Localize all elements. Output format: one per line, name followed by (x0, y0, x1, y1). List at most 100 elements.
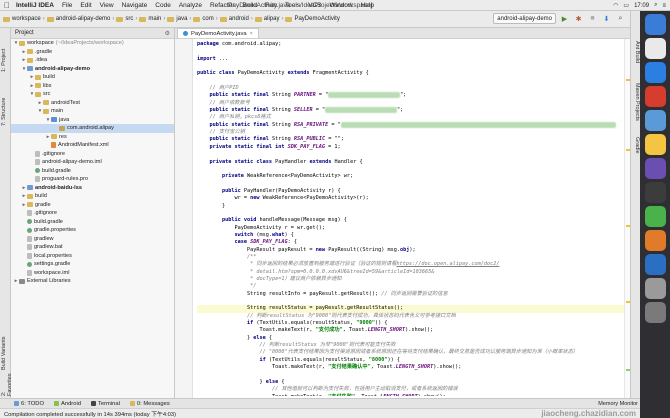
breadcrumb-item[interactable]: com › (193, 16, 218, 22)
tree-item[interactable]: ▼ android-alipay-demo (11, 65, 174, 74)
gear-icon[interactable]: ⚙ (165, 30, 170, 37)
tree-item[interactable]: ► .idea (11, 56, 174, 65)
tree-item[interactable]: AndroidManifest.xml (11, 141, 174, 150)
breadcrumb-item[interactable]: java › (167, 16, 191, 22)
tab-structure[interactable]: 7: Structure (1, 82, 10, 126)
tree-item[interactable]: ► res (11, 133, 174, 142)
menu-list-icon[interactable]: ≡ (662, 3, 666, 9)
safari-icon[interactable] (644, 62, 666, 83)
run-icon[interactable]: ▶ (559, 13, 570, 24)
tab-ant-build[interactable]: Ant Build (632, 41, 640, 75)
breadcrumb-item[interactable]: android › (219, 16, 253, 22)
debug-icon[interactable]: ✱ (573, 13, 584, 24)
search-everywhere-icon[interactable]: ⌕ (615, 13, 626, 24)
code-line[interactable]: Toast.makeText(r, "支付结果确认中", Toast.LENGT… (197, 364, 625, 371)
code-line[interactable] (197, 166, 625, 173)
code-line[interactable] (197, 78, 625, 85)
code-line[interactable]: String resultInfo = payResult.getResult(… (197, 291, 625, 298)
tab-terminal[interactable]: Terminal (90, 401, 120, 407)
code-line[interactable]: * docType=1）建议商户依赖异步通知 (197, 276, 625, 283)
tab-maven-projects[interactable]: Maven Projects (632, 83, 640, 129)
tree-item[interactable]: ► android-baidu-lss (11, 184, 174, 193)
app-icon[interactable] (644, 230, 666, 251)
code-line[interactable]: // 判断resultStatus 为"9000"则代表支付成功，具体状态码代表… (197, 313, 625, 320)
status-message[interactable]: Compilation completed successfully in 14… (4, 409, 176, 418)
code-line[interactable] (197, 371, 625, 378)
clock[interactable]: 17:09 (634, 3, 649, 9)
code-line[interactable]: PayResult payResult = new PayResult((Str… (197, 247, 625, 254)
search-icon[interactable]: ⌕ (654, 2, 657, 9)
code-line[interactable]: private static class PayHandler extends … (197, 159, 625, 166)
code-line[interactable]: Toast.makeText(r, "支付失败", Toast.LENGTH_S… (197, 394, 625, 397)
code-area[interactable]: package com.android.alipay; import ... pub… (197, 41, 625, 396)
breadcrumb-item[interactable]: alipay › (254, 16, 283, 22)
menu-analyze[interactable]: Analyze (179, 2, 202, 9)
mail-icon[interactable] (644, 110, 666, 131)
breadcrumb-item[interactable]: src › (116, 16, 137, 22)
code-line[interactable]: public static final String PARTNER = "xx… (197, 92, 625, 99)
tree-item[interactable]: ► build (11, 192, 174, 201)
code-line[interactable]: Toast.makeText(r, "支付成功", Toast.LENGTH_S… (197, 327, 625, 334)
code-line[interactable]: } else { (197, 335, 625, 342)
code-line[interactable]: // 商户PID (197, 85, 625, 92)
code-line[interactable] (197, 151, 625, 158)
tree-item[interactable]: ► .gradle (11, 48, 174, 57)
code-line[interactable]: */ (197, 283, 625, 290)
code-line[interactable]: public class PayDemoActivity extends Fra… (197, 70, 625, 77)
menu-file[interactable]: File (62, 2, 72, 9)
tree-item[interactable]: ► libs (11, 82, 174, 91)
tree-item[interactable]: ► gradle (11, 201, 174, 210)
tab-favorites[interactable]: 2: Favorites (1, 373, 13, 396)
tree-item[interactable]: build.gradle (11, 218, 174, 227)
code-line[interactable]: public void handleMessage(Message msg) { (197, 217, 625, 224)
tree-item[interactable]: android-alipay-demo.iml (11, 158, 174, 167)
tree-item[interactable]: ► External Libraries (11, 277, 174, 286)
code-line[interactable]: case SDK_PAY_FLAG: { (197, 239, 625, 246)
stop-icon[interactable]: ■ (587, 13, 598, 24)
code-line[interactable]: // 支付宝公钥 (197, 129, 625, 136)
tree-item[interactable]: ► build (11, 73, 174, 82)
memory-monitor-tab[interactable]: Memory Monitor (598, 401, 638, 407)
sdk-manager-icon[interactable]: ⬇ (601, 13, 612, 24)
tab-build-variants[interactable]: Build Variants (1, 328, 10, 370)
tree-item[interactable]: com.android.alipay (11, 124, 174, 133)
intellij-icon[interactable] (644, 158, 666, 179)
tree-item[interactable]: ▼ java (11, 116, 174, 125)
code-line[interactable]: public static final String RSA_PRIVATE =… (197, 121, 625, 129)
system-preferences-icon[interactable] (644, 278, 666, 299)
code-line[interactable]: public PayHandler(PayDemoActivity r) { (197, 188, 625, 195)
tree-item[interactable]: ▼ main (11, 107, 174, 116)
tree-item[interactable]: workspace.iml (11, 269, 174, 278)
code-line[interactable]: wr = new WeakReference<PayDemoActivity>(… (197, 195, 625, 202)
menu-code[interactable]: Code (155, 2, 171, 9)
chrome-icon[interactable] (644, 86, 666, 107)
code-line[interactable]: * detail.htm?spm=0.0.0.0.xdvAU6&treeId=5… (197, 269, 625, 276)
notes-icon[interactable] (644, 134, 666, 155)
tab-gradle[interactable]: Gradle (632, 137, 640, 161)
editor-gutter[interactable] (175, 39, 193, 398)
breadcrumb-item[interactable]: android-alipay-demo › (46, 16, 114, 22)
breadcrumb-item[interactable]: main › (139, 16, 165, 22)
finder-icon[interactable] (644, 14, 666, 35)
tab-messages[interactable]: 0: Messages (129, 401, 170, 407)
tree-item[interactable]: ▼ workspace (~/IdeaProjects/workspace) (11, 39, 174, 48)
code-line[interactable]: // "8000"代表支付结果因为支付渠道原因或者系统原因还在等待支付结果确认，… (197, 349, 625, 356)
code-line[interactable]: private WeakReference<PayDemoActivity> w… (197, 173, 625, 180)
tree-item[interactable]: .gitignore (11, 209, 174, 218)
code-line[interactable]: // 商户收款账号 (197, 100, 625, 107)
tree-item[interactable]: ► androidTest (11, 99, 174, 108)
menu-app-name[interactable]: IntelliJ IDEA (16, 2, 54, 9)
app-store-icon[interactable] (644, 254, 666, 275)
battery-icon[interactable]: ▭ (623, 2, 629, 9)
run-configuration-select[interactable]: android-alipay-demo (493, 13, 556, 24)
code-line[interactable]: // 其他值就可以判断为支付失败，包括用户主动取消支付，或者系统返回的错误 (197, 386, 625, 393)
code-line[interactable]: // 商户私钥，pkcs8格式 (197, 114, 625, 121)
editor-tab-paydemoactivity[interactable]: PayDemoActivity.java × (177, 28, 259, 38)
code-line[interactable] (197, 63, 625, 70)
code-line[interactable] (197, 181, 625, 188)
menu-view[interactable]: View (100, 2, 114, 9)
wifi-icon[interactable]: ◠ (613, 2, 618, 9)
code-line[interactable]: package com.android.alipay; (197, 41, 625, 48)
code-line[interactable]: import ... (197, 56, 625, 63)
breadcrumb-item[interactable]: workspace › (3, 16, 45, 22)
